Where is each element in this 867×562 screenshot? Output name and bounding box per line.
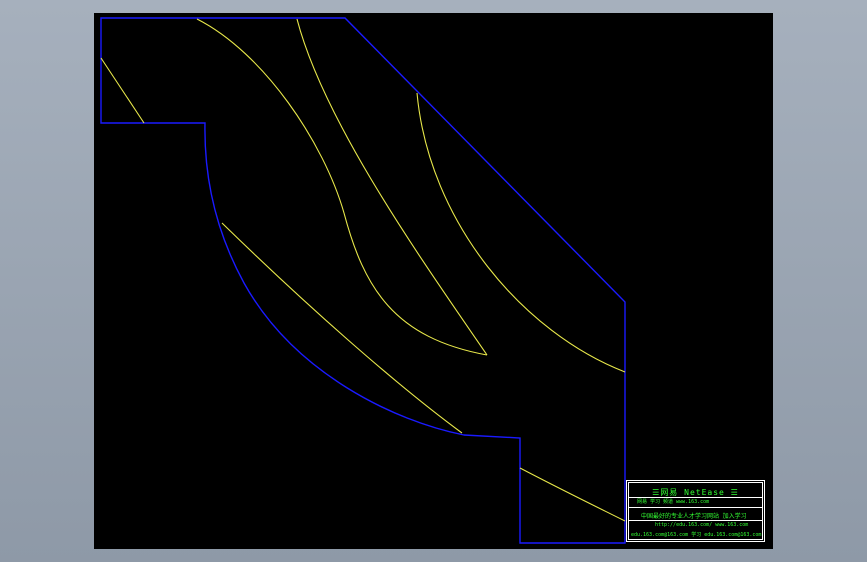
blade-curve-inlet-stub bbox=[100, 57, 145, 124]
blade-curve-hub bbox=[221, 222, 463, 434]
blade-curve-2 bbox=[296, 18, 488, 356]
impeller-outline bbox=[100, 17, 626, 544]
title-block-inner: ☰网易 NetEase ☰ 网易 学习 频道 www.163.com 中国最好的… bbox=[628, 482, 763, 540]
blade-curve-3 bbox=[416, 92, 626, 373]
drawing-canvas: ☰网易 NetEase ☰ 网易 学习 频道 www.163.com 中国最好的… bbox=[94, 13, 773, 549]
blade-curve-outlet-stub bbox=[519, 467, 626, 522]
title-block: ☰网易 NetEase ☰ 网易 学习 频道 www.163.com 中国最好的… bbox=[626, 480, 765, 542]
blade-curve-1 bbox=[196, 18, 488, 356]
title-block-divider bbox=[629, 520, 762, 521]
title-block-line: http://edu.163.com/ www.163.com bbox=[655, 522, 749, 528]
title-block-divider bbox=[629, 507, 762, 508]
drawing-svg bbox=[100, 17, 626, 544]
title-block-line: 网易 学习 频道 www.163.com bbox=[637, 499, 710, 505]
title-block-line: 中国最好的专业人才学习网站 加入学习 bbox=[641, 513, 747, 520]
title-block-line: edu.163.com@163.com 学习 edu.163.com@163.c… bbox=[631, 532, 762, 538]
